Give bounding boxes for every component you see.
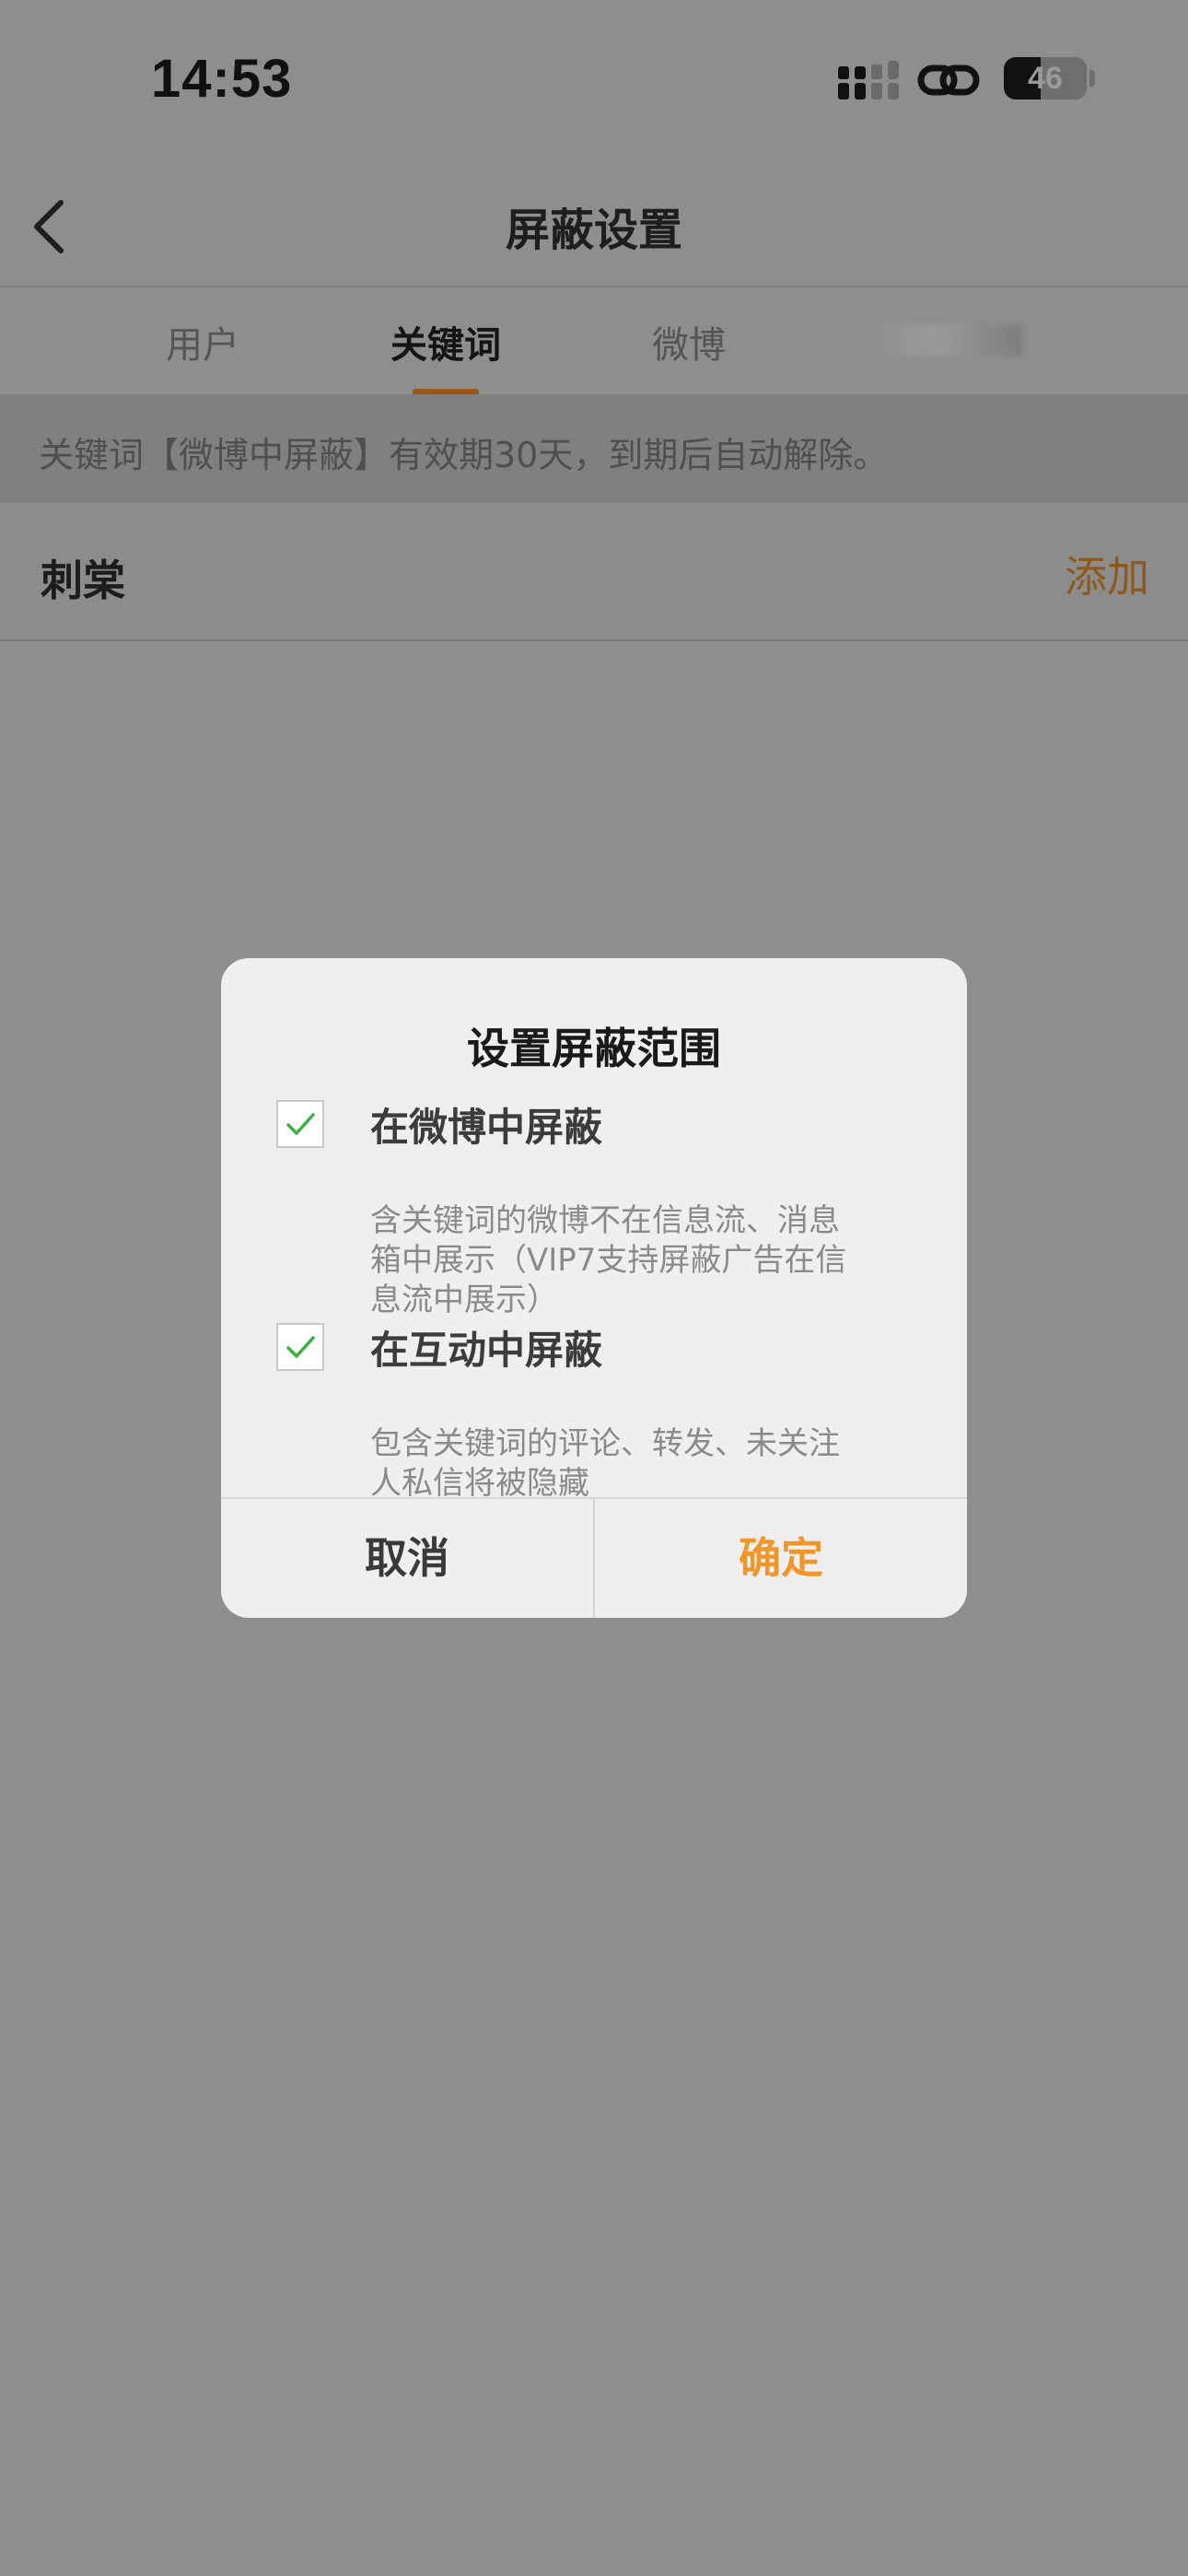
checkmark-icon [286, 1336, 315, 1358]
dialog-title: 设置屏蔽范围 [467, 1024, 721, 1073]
block-in-weibo-checkbox[interactable] [276, 1100, 324, 1148]
status-time: 14:53 [151, 49, 293, 109]
block-scope-dialog: 设置屏蔽范围 在微博中屏蔽 含关键词的微博不在信息流、消息 箱中展示（VIP7支… [221, 958, 967, 1618]
page-title: 屏蔽设置 [505, 205, 682, 256]
tab-keywords[interactable]: 关键词 [387, 315, 505, 369]
tab-weibo[interactable]: 微博 [650, 315, 728, 369]
checkmark-icon [286, 1113, 315, 1135]
battery-level: 46 [1028, 61, 1063, 96]
keyword-input[interactable]: 刺棠 [41, 547, 125, 608]
block-in-interactions-desc-line: 包含关键词的评论、转发、未关注 [370, 1425, 840, 1462]
keyword-input-row: 刺棠 添加 [0, 503, 1188, 641]
personal-hotspot-icon [917, 64, 980, 96]
block-in-weibo-desc-line: 息流中展示） [370, 1282, 558, 1318]
cancel-button[interactable]: 取消 [221, 1499, 593, 1618]
add-button[interactable]: 添加 [1065, 544, 1149, 604]
block-in-interactions-checkbox[interactable] [276, 1323, 324, 1371]
notice-banner: 关键词【微博中屏蔽】有效期30天，到期后自动解除。 [0, 394, 1188, 503]
block-in-weibo-desc-line: 箱中展示（VIP7支持屏蔽广告在信 [370, 1242, 847, 1279]
block-in-weibo-desc: 含关键词的微博不在信息流、消息 箱中展示（VIP7支持屏蔽广告在信 息流中展示） [370, 1201, 904, 1320]
block-in-weibo-label: 在微博中屏蔽 [370, 1105, 603, 1150]
block-in-interactions-label: 在互动中屏蔽 [370, 1328, 603, 1373]
confirm-button[interactable]: 确定 [595, 1499, 967, 1618]
nav-bar: 屏蔽设置 [0, 157, 1188, 286]
notice-text: 关键词【微博中屏蔽】有效期30天，到期后自动解除。 [39, 435, 889, 475]
status-bar: 14:53 46 [0, 0, 1188, 157]
block-in-interactions-desc: 包含关键词的评论、转发、未关注 人私信将被隐藏 [370, 1424, 904, 1504]
tab-blurred[interactable] [875, 324, 1022, 356]
cellular-signal-icon [838, 61, 899, 100]
block-in-weibo-desc-line: 含关键词的微博不在信息流、消息 [370, 1202, 840, 1239]
battery-tip [1089, 70, 1095, 87]
tab-users[interactable]: 用户 [164, 315, 241, 369]
tab-bar: 用户 关键词 微博 [0, 286, 1188, 396]
battery-icon: 46 [1004, 57, 1087, 100]
